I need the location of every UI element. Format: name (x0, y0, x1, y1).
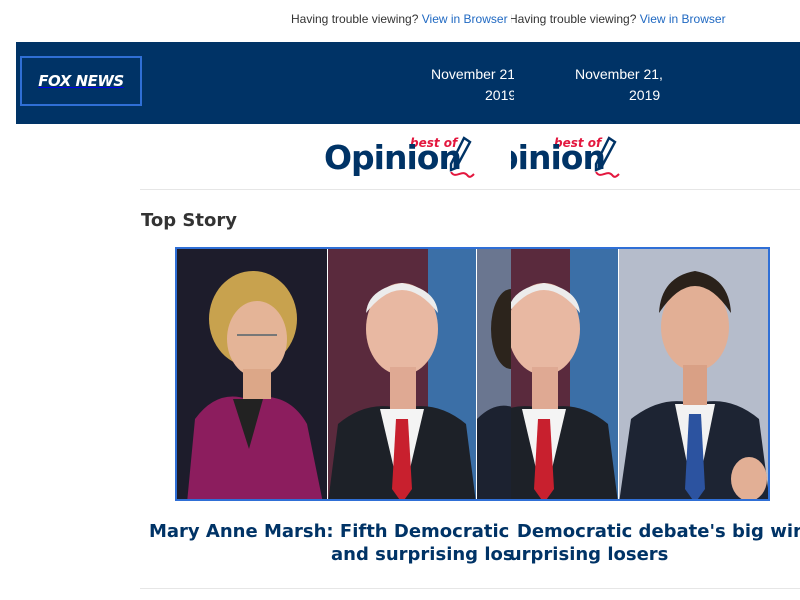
headline-right[interactable]: Mary Anne Marsh: Fifth Democratic debate… (511, 510, 800, 570)
opinion-word: Opinion (324, 138, 462, 177)
divider (140, 588, 800, 589)
section-title: Top Story (141, 210, 237, 231)
image-panel (619, 249, 768, 499)
pen-icon (594, 136, 620, 178)
image-panel (328, 249, 476, 499)
trouble-viewing-text: Having trouble viewing? (511, 12, 637, 26)
date-line1: November 21, (431, 66, 514, 82)
headline-line2: and surprising losers (331, 544, 511, 565)
headline-left[interactable]: Mary Anne Marsh: Fifth Democratic debate… (0, 510, 511, 570)
opinion-logo-right[interactable]: best of Opinion (511, 134, 631, 186)
header-bar: FOX NEWS November 21, 2019 November 21, … (16, 42, 800, 124)
view-in-browser-link[interactable]: View in Browser (640, 12, 726, 26)
divider (140, 189, 800, 190)
fox-news-logo[interactable]: FOX NEWS (20, 56, 142, 106)
date-line2: 2019 (629, 87, 661, 103)
image-panel (477, 249, 511, 499)
portrait-drawing (177, 249, 327, 499)
portrait-drawing (619, 249, 768, 499)
view-in-browser-link[interactable]: View in Browser (422, 12, 508, 26)
date-line2: 2019 (485, 87, 514, 103)
image-panel (177, 249, 327, 499)
headline-line2: and surprising losers (511, 544, 669, 565)
date-left: November 21, 2019 (416, 42, 514, 124)
headline-line1: Mary Anne Marsh: Fifth Democratic debate… (511, 521, 800, 542)
headline-line1: Mary Anne Marsh: Fifth Democratic debate… (149, 521, 511, 542)
opinion-logo-left[interactable]: best of Opinion (320, 134, 480, 186)
logo-text: FOX NEWS (38, 72, 124, 90)
portrait-drawing (511, 249, 618, 499)
story-image-left[interactable] (175, 247, 511, 501)
image-panel (511, 249, 618, 499)
date-line1: November 21, (575, 66, 662, 82)
topbar-right: Having trouble viewing? View in Browser (511, 0, 800, 40)
topbar-left: Having trouble viewing? View in Browser (0, 0, 511, 40)
portrait-drawing (477, 249, 511, 499)
portrait-drawing (328, 249, 476, 499)
trouble-viewing-text: Having trouble viewing? (291, 12, 419, 26)
date-right: November 21, 2019 (564, 42, 662, 124)
story-image-right[interactable] (511, 247, 770, 501)
pen-icon (449, 136, 475, 178)
